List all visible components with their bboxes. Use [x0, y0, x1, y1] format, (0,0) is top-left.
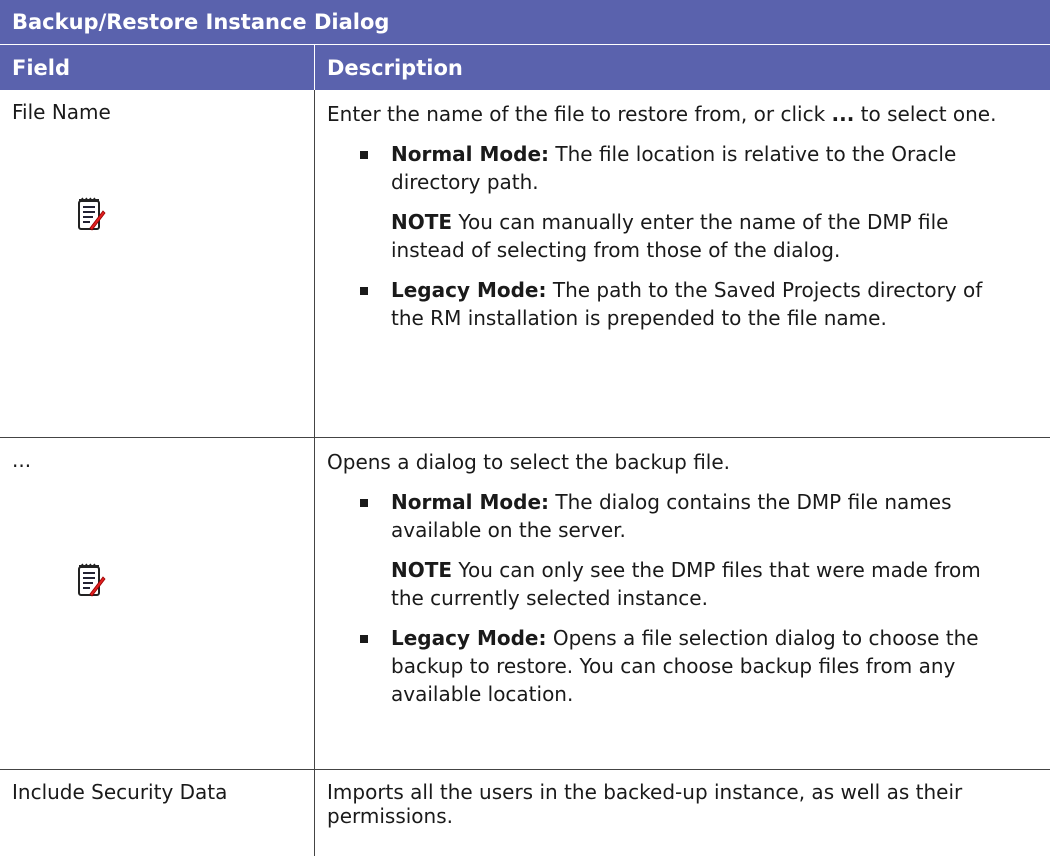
header-description: Description: [327, 55, 463, 80]
field-name: File Name: [12, 100, 111, 124]
bullet-legacy-mode: Legacy Mode: Opens a file selection dial…: [327, 624, 1010, 708]
bullet-marker: [327, 140, 391, 196]
table-title-text: Backup/Restore Instance Dialog: [12, 10, 390, 34]
description-cell: Enter the name of the file to restore fr…: [315, 90, 1050, 437]
field-cell: ...: [0, 438, 315, 769]
bullet-marker: [327, 488, 391, 544]
bullet-normal-mode: Normal Mode: The file location is relati…: [327, 140, 1010, 196]
note-icon: [78, 563, 106, 597]
table-title: Backup/Restore Instance Dialog: [0, 0, 1050, 45]
table-row-browse: ... Opens a dialog to select the backup …: [0, 438, 1050, 770]
header-field: Field: [0, 45, 315, 90]
description-cell: Imports all the users in the backed-up i…: [315, 770, 1050, 856]
description-cell: Opens a dialog to select the backup file…: [315, 438, 1050, 769]
description-intro: Enter the name of the file to restore fr…: [327, 102, 997, 126]
description-intro: Opens a dialog to select the backup file…: [327, 450, 731, 474]
field-name: ...: [12, 448, 32, 472]
table-row-file-name: File Name Enter the name of the file to …: [0, 90, 1050, 438]
note-icon: [78, 197, 106, 231]
note-text: NOTE You can only see the DMP files that…: [391, 558, 981, 610]
table-row-include-security: Include Security Data Imports all the us…: [0, 770, 1050, 856]
table-header-row: Field Description: [0, 45, 1050, 90]
field-name: Include Security Data: [12, 780, 228, 804]
bullet-legacy-mode: Legacy Mode: The path to the Saved Proje…: [327, 276, 1010, 332]
field-cell: File Name: [0, 90, 315, 437]
description-intro: Imports all the users in the backed-up i…: [327, 780, 963, 828]
note-text: NOTE You can manually enter the name of …: [391, 210, 949, 262]
bullet-marker: [327, 276, 391, 332]
field-cell: Include Security Data: [0, 770, 315, 856]
bullet-marker: [327, 624, 391, 708]
bullet-normal-mode: Normal Mode: The dialog contains the DMP…: [327, 488, 1010, 544]
backup-restore-table: Backup/Restore Instance Dialog Field Des…: [0, 0, 1050, 856]
